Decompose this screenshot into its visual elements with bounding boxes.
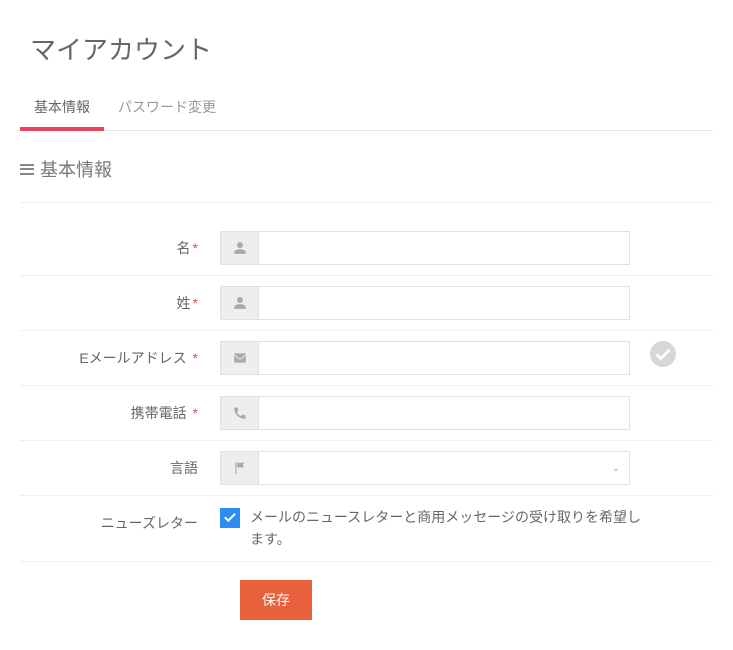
email-input[interactable] [258,341,630,375]
label-newsletter: ニューズレター [20,506,220,533]
mobile-input[interactable] [258,396,630,430]
row-email: Eメールアドレス * [20,331,713,386]
label-email: Eメールアドレス * [20,341,220,368]
menu-icon [20,164,34,175]
row-mobile: 携帯電話 * [20,386,713,441]
tab-password-change[interactable]: パスワード変更 [104,87,230,131]
page-title: マイアカウント [30,30,713,67]
form-actions: 保存 [240,580,713,620]
required-marker: * [193,240,198,256]
label-mobile-text: 携帯電話 [131,405,187,421]
required-marker: * [193,350,198,366]
flag-icon [220,451,258,485]
newsletter-checkbox-label: メールのニュースレターと商用メッセージの受け取りを希望します。 [250,506,650,551]
user-icon [220,286,258,320]
label-first-name: 名* [20,231,220,258]
label-language-text: 言語 [170,460,198,476]
row-language: 言語 ⌄ [20,441,713,496]
user-icon [220,231,258,265]
basic-info-form: 名* 姓* Eメールアドレス * [20,221,713,562]
first-name-input[interactable] [258,231,630,265]
label-language: 言語 [20,451,220,478]
label-last-name: 姓* [20,286,220,313]
required-marker: * [193,405,198,421]
language-select[interactable] [258,451,630,485]
tab-basic-info[interactable]: 基本情報 [20,87,104,131]
check-circle-icon [650,341,676,367]
newsletter-checkbox[interactable] [220,508,240,528]
section-header: 基本情報 [20,156,713,203]
phone-icon [220,396,258,430]
row-last-name: 姓* [20,276,713,331]
save-button[interactable]: 保存 [240,580,312,620]
last-name-input[interactable] [258,286,630,320]
label-email-text: Eメールアドレス [79,350,186,366]
section-title: 基本情報 [40,156,112,182]
row-newsletter: ニューズレター メールのニュースレターと商用メッセージの受け取りを希望します。 [20,496,713,562]
label-mobile: 携帯電話 * [20,396,220,423]
row-first-name: 名* [20,221,713,276]
label-last-name-text: 姓 [177,295,191,311]
envelope-icon [220,341,258,375]
tabs: 基本情報 パスワード変更 [20,87,713,131]
label-first-name-text: 名 [177,240,191,256]
label-newsletter-text: ニューズレター [101,515,198,531]
required-marker: * [193,295,198,311]
